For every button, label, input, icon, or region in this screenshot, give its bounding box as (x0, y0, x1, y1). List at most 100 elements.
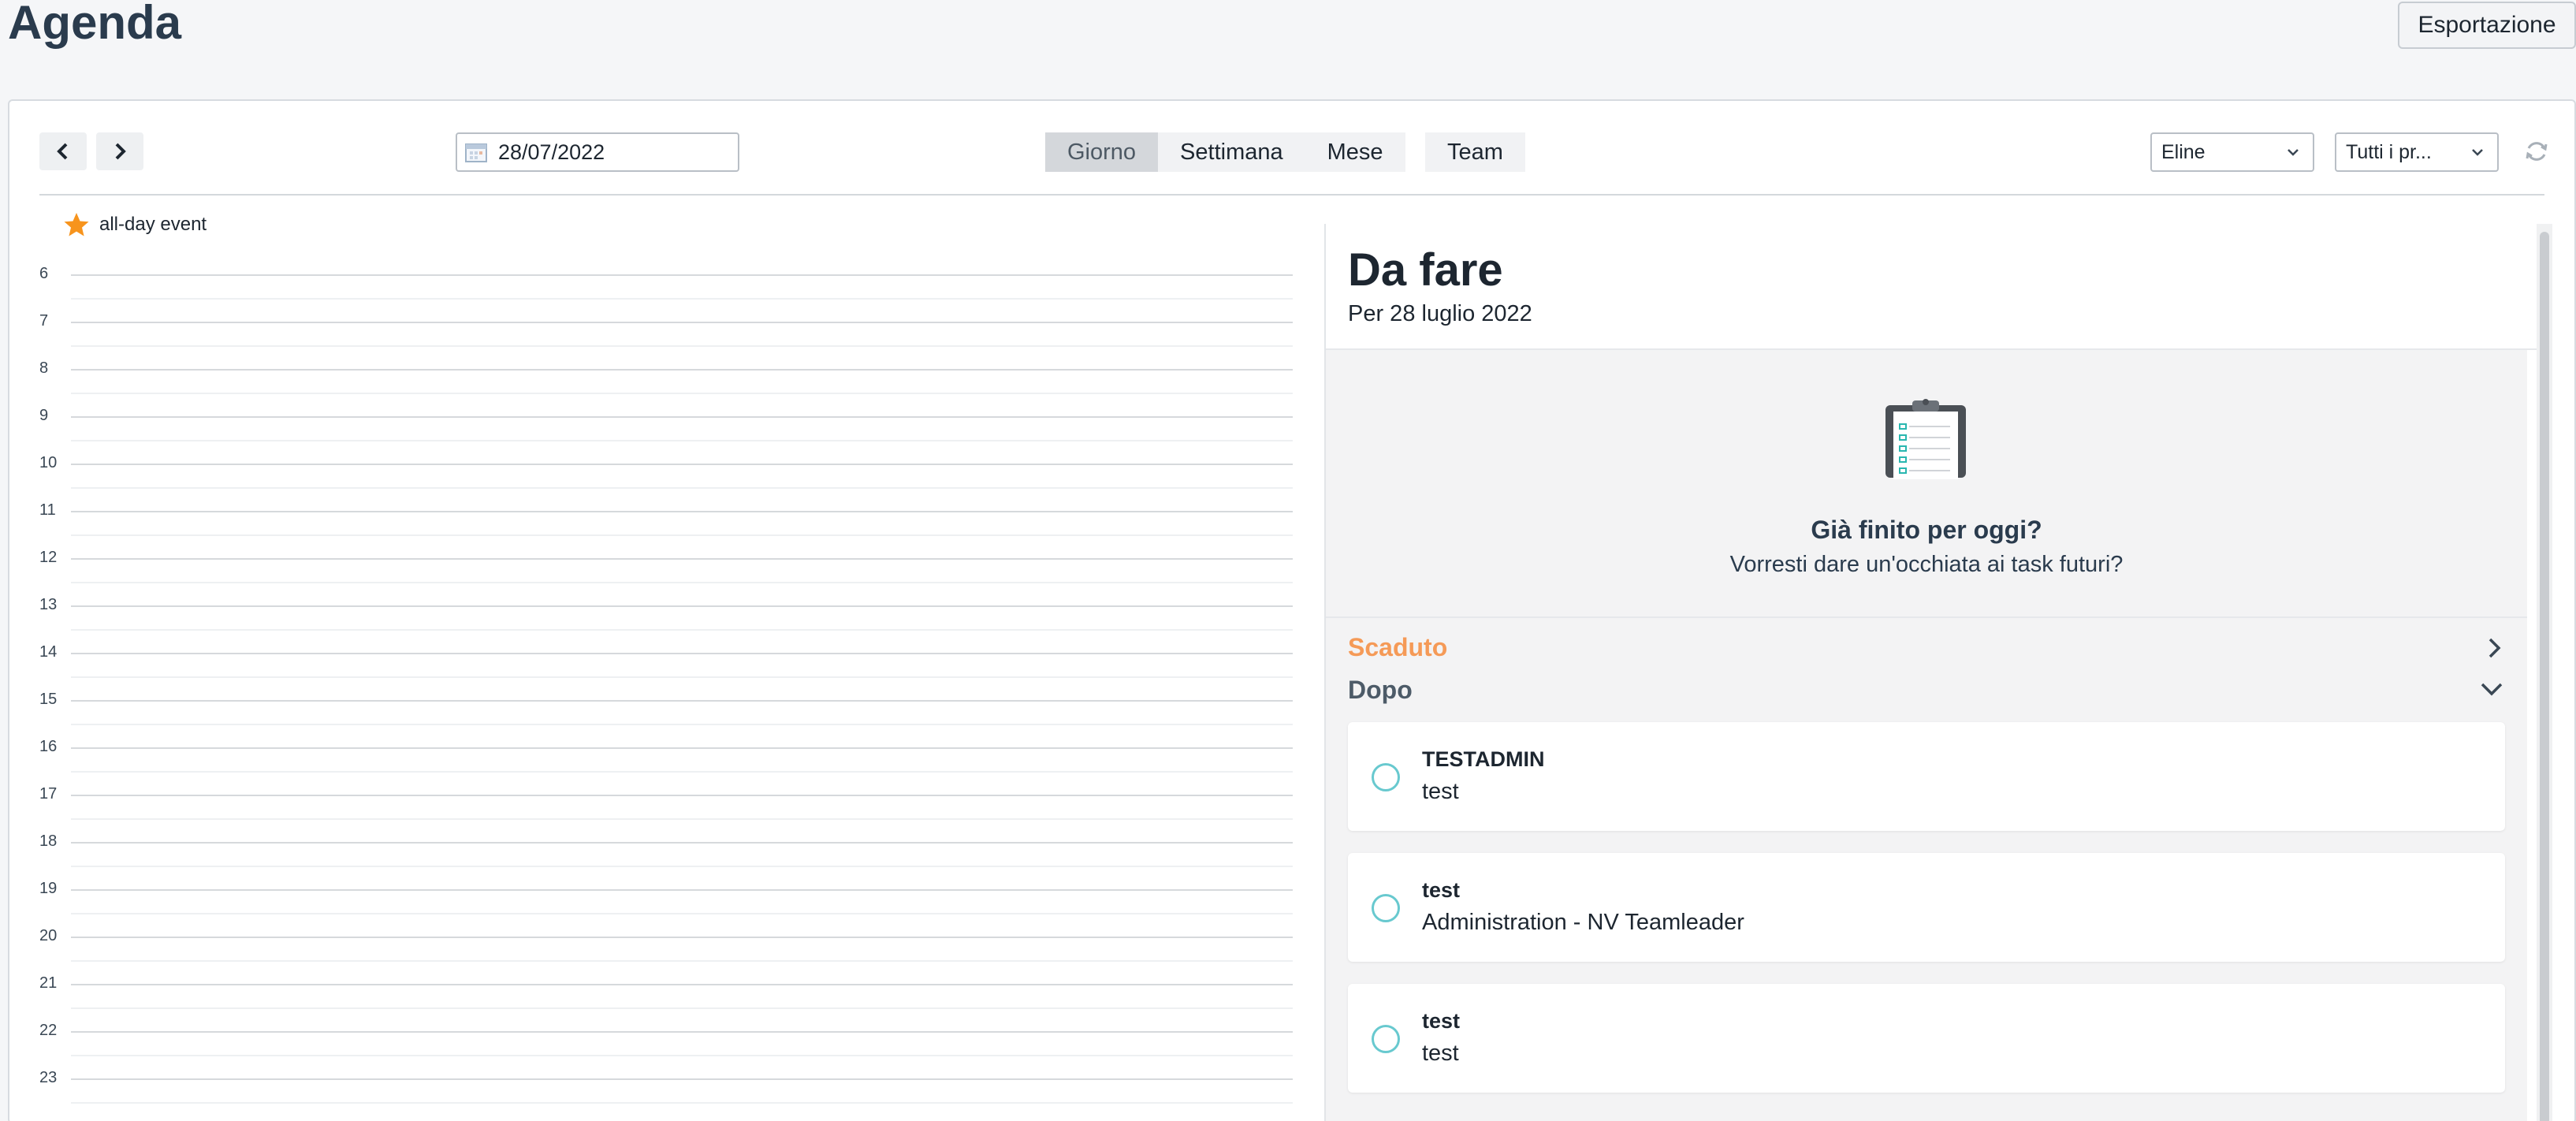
half-hour-line (71, 534, 1293, 536)
hour-label: 15 (39, 691, 58, 708)
tab-month[interactable]: Mese (1305, 132, 1405, 172)
hour-line (71, 889, 1293, 891)
half-hour-line (71, 724, 1293, 725)
task-title: test (1422, 878, 1461, 902)
scrollbar-thumb[interactable] (2540, 232, 2549, 1121)
hour-label: 8 (39, 359, 49, 377)
date-field[interactable]: 28/07/2022 (456, 132, 739, 172)
task-title: TESTADMIN (1422, 747, 1545, 771)
chevron-right-icon (115, 143, 126, 160)
empty-state: Già finito per oggi? Vorresti dare un'oc… (1326, 350, 2527, 618)
hour-line (71, 937, 1293, 938)
hour-label: 18 (39, 832, 58, 850)
task-subtitle: Administration - NV Teamleader (1422, 910, 1744, 935)
half-hour-line (71, 440, 1293, 441)
hour-label: 12 (39, 549, 58, 566)
hour-row[interactable]: 18 (39, 832, 1293, 889)
later-label: Dopo (1348, 675, 1413, 704)
hour-row[interactable]: 21 (39, 974, 1293, 1031)
half-hour-line (71, 960, 1293, 962)
hour-row[interactable]: 12 (39, 549, 1293, 605)
todo-date: Per 28 luglio 2022 (1348, 301, 1532, 326)
hour-label: 10 (39, 454, 58, 471)
hour-row[interactable]: 7 (39, 312, 1293, 369)
half-hour-line (71, 866, 1293, 867)
type-select[interactable]: Tutti i pr... (2335, 132, 2499, 172)
next-day-button[interactable] (96, 132, 143, 170)
hour-row[interactable]: 20 (39, 927, 1293, 984)
export-button[interactable]: Esportazione (2398, 2, 2576, 49)
hour-label: 17 (39, 785, 58, 803)
tab-team[interactable]: Team (1425, 132, 1525, 172)
half-hour-line (71, 818, 1293, 820)
hour-row[interactable]: 13 (39, 596, 1293, 653)
tab-week[interactable]: Settimana (1158, 132, 1305, 172)
user-select-value: Eline (2161, 140, 2206, 163)
task-checkbox[interactable] (1372, 894, 1400, 922)
chevron-right-icon (2489, 638, 2501, 658)
hour-label: 19 (39, 880, 58, 897)
clipboard-icon (1885, 399, 1966, 479)
task-card[interactable]: test test (1348, 984, 2505, 1093)
hour-line (71, 416, 1293, 418)
half-hour-line (71, 676, 1293, 678)
task-subtitle: test (1422, 1041, 1459, 1066)
hour-line (71, 511, 1293, 512)
section-later[interactable]: Dopo (1326, 669, 2527, 711)
hour-label: 9 (39, 407, 49, 424)
task-card[interactable]: test Administration - NV Teamleader (1348, 853, 2505, 962)
refresh-icon[interactable] (2524, 139, 2549, 164)
agenda-panel: 28/07/2022 Giorno Settimana Mese Team El… (8, 99, 2576, 1121)
hour-row[interactable]: 22 (39, 1022, 1293, 1078)
half-hour-line (71, 298, 1293, 300)
hour-row[interactable]: 15 (39, 691, 1293, 747)
hour-label: 21 (39, 974, 58, 992)
hour-line (71, 984, 1293, 985)
hour-label: 20 (39, 927, 58, 944)
task-subtitle: test (1422, 779, 1459, 804)
page-title: Agenda (8, 0, 182, 49)
hour-row[interactable]: 9 (39, 407, 1293, 464)
hour-line (71, 369, 1293, 371)
hour-label: 16 (39, 738, 58, 755)
half-hour-line (71, 487, 1293, 489)
empty-title: Già finito per oggi? (1811, 516, 2042, 544)
hour-label: 13 (39, 596, 58, 613)
chevron-down-icon (2472, 149, 2483, 156)
view-switcher: Giorno Settimana Mese (1045, 132, 1405, 172)
tab-day[interactable]: Giorno (1045, 132, 1159, 172)
type-select-value: Tutti i pr... (2346, 140, 2432, 163)
hour-row[interactable]: 19 (39, 880, 1293, 937)
hour-row[interactable]: 8 (39, 359, 1293, 416)
half-hour-line (71, 393, 1293, 394)
hour-row[interactable]: 23 (39, 1069, 1293, 1121)
todo-title: Da fare (1348, 244, 1503, 296)
chevron-down-icon (2288, 149, 2299, 156)
todo-scrollbar[interactable] (2537, 224, 2552, 1121)
empty-subtitle[interactable]: Vorresti dare un'occhiata ai task futuri… (1326, 552, 2527, 578)
task-checkbox[interactable] (1372, 763, 1400, 791)
user-select[interactable]: Eline (2150, 132, 2314, 172)
hour-row[interactable]: 11 (39, 501, 1293, 558)
half-hour-line (71, 1007, 1293, 1009)
hour-line (71, 842, 1293, 844)
hour-row[interactable]: 16 (39, 738, 1293, 795)
chevron-left-icon (57, 143, 68, 160)
toolbar-divider (39, 194, 2544, 196)
task-checkbox[interactable] (1372, 1025, 1400, 1053)
half-hour-line (71, 913, 1293, 914)
hour-row[interactable]: 17 (39, 785, 1293, 842)
all-day-event[interactable]: all-day event (63, 211, 207, 238)
todo-panel: Da fare Per 28 luglio 2022 Già finito pe… (1324, 224, 2540, 1121)
hour-label: 6 (39, 265, 49, 282)
hour-row[interactable]: 14 (39, 643, 1293, 700)
section-overdue[interactable]: Scaduto (1326, 626, 2527, 669)
todo-header: Da fare Per 28 luglio 2022 (1326, 224, 2540, 350)
hour-label: 11 (39, 501, 56, 519)
task-card[interactable]: TESTADMIN test (1348, 722, 2505, 831)
hour-row[interactable]: 6 (39, 265, 1293, 322)
prev-day-button[interactable] (39, 132, 87, 170)
task-title: test (1422, 1009, 1461, 1033)
half-hour-line (71, 629, 1293, 631)
hour-row[interactable]: 10 (39, 454, 1293, 511)
